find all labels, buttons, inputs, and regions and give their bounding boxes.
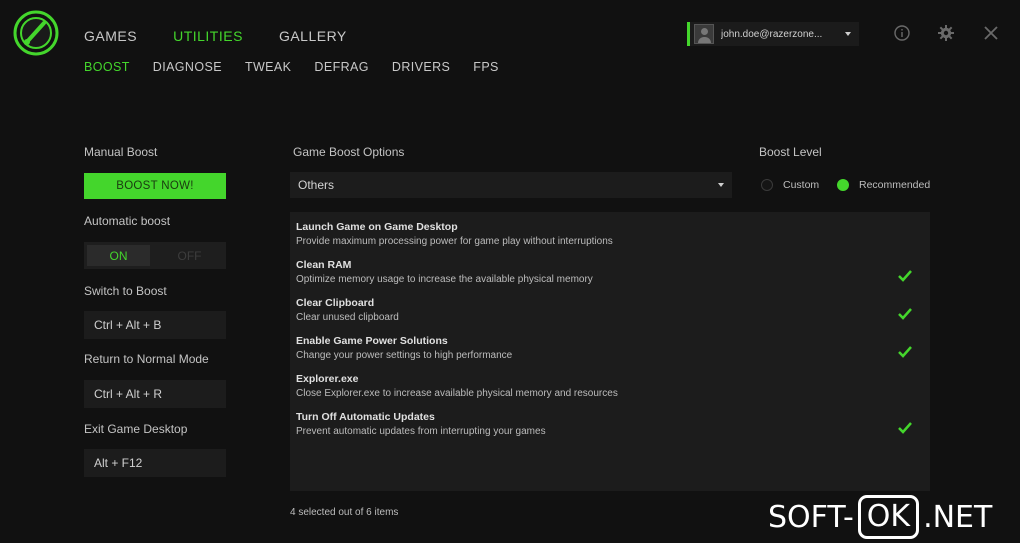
boost-level-title: Boost Level [759, 145, 822, 159]
game-boost-options-title: Game Boost Options [293, 145, 405, 159]
top-nav: GAMES UTILITIES GALLERY [84, 28, 383, 44]
switch-to-boost-hotkey-field[interactable]: Ctrl + Alt + B [84, 311, 226, 339]
radio-custom[interactable]: Custom [761, 179, 819, 191]
switch-to-boost-label: Switch to Boost [84, 284, 167, 298]
option-title: Turn Off Automatic Updates [296, 411, 435, 423]
option-clear-clipboard[interactable]: Clear Clipboard Clear unused clipboard [296, 297, 930, 329]
automatic-boost-toggle[interactable]: ON OFF [84, 242, 226, 269]
radio-recommended-dot [837, 179, 849, 191]
selected-option: Others [298, 178, 335, 192]
option-clean-ram[interactable]: Clean RAM Optimize memory usage to incre… [296, 259, 930, 291]
option-desc: Close Explorer.exe to increase available… [296, 388, 618, 399]
option-desc: Clear unused clipboard [296, 312, 399, 323]
option-desc: Prevent automatic updates from interrupt… [296, 426, 546, 437]
gear-icon[interactable] [937, 24, 955, 42]
toggle-off[interactable]: OFF [153, 242, 226, 269]
option-automatic-updates[interactable]: Turn Off Automatic Updates Prevent autom… [296, 411, 930, 443]
option-title: Clear Clipboard [296, 297, 375, 309]
selection-count: 4 selected out of 6 items [290, 507, 399, 518]
subtab-tweak[interactable]: TWEAK [245, 60, 291, 74]
chevron-down-icon [718, 183, 724, 187]
radio-recommended-label: Recommended [859, 179, 931, 191]
avatar [694, 24, 714, 44]
watermark: SOFT- OK .NET [768, 495, 992, 539]
tab-games[interactable]: GAMES [84, 28, 137, 44]
checkmark-icon [898, 270, 912, 282]
checkmark-icon [898, 422, 912, 434]
radio-recommended[interactable]: Recommended [837, 179, 930, 191]
account-accent-bar [687, 22, 690, 46]
account-email: john.doe@razerzone... [721, 28, 823, 40]
radio-custom-label: Custom [783, 179, 820, 191]
exit-game-desktop-label: Exit Game Desktop [84, 422, 188, 436]
boost-now-button[interactable]: BOOST NOW! [84, 173, 226, 199]
subtab-boost[interactable]: BOOST [84, 60, 130, 74]
subtab-drivers[interactable]: DRIVERS [392, 60, 450, 74]
sub-nav: BOOST DIAGNOSE TWEAK DEFRAG DRIVERS FPS [84, 60, 522, 74]
option-title: Clean RAM [296, 259, 352, 271]
watermark-right: .NET [923, 499, 993, 535]
option-game-power-solutions[interactable]: Enable Game Power Solutions Change your … [296, 335, 930, 367]
option-explorer-exe[interactable]: Explorer.exe Close Explorer.exe to incre… [296, 373, 930, 405]
watermark-ok: OK [857, 495, 920, 539]
exit-game-desktop-hotkey-field[interactable]: Alt + F12 [84, 449, 226, 477]
subtab-diagnose[interactable]: DIAGNOSE [153, 60, 222, 74]
option-launch-game-desktop[interactable]: Launch Game on Game Desktop Provide maxi… [296, 221, 930, 253]
toggle-on[interactable]: ON [87, 245, 150, 266]
tab-gallery[interactable]: GALLERY [279, 28, 347, 44]
close-icon[interactable] [982, 24, 1000, 42]
info-icon[interactable] [893, 24, 911, 42]
option-desc: Change your power settings to high perfo… [296, 350, 513, 361]
checkmark-icon [898, 308, 912, 320]
game-boost-options-select[interactable]: Others [290, 172, 732, 198]
automatic-boost-label: Automatic boost [84, 214, 171, 228]
option-title: Launch Game on Game Desktop [296, 221, 458, 233]
option-title: Enable Game Power Solutions [296, 335, 448, 347]
return-normal-mode-hotkey-field[interactable]: Ctrl + Alt + R [84, 380, 226, 408]
tab-utilities[interactable]: UTILITIES [173, 28, 243, 44]
option-desc: Provide maximum processing power for gam… [296, 236, 613, 247]
option-title: Explorer.exe [296, 373, 359, 385]
subtab-fps[interactable]: FPS [473, 60, 499, 74]
boost-options-list: Launch Game on Game Desktop Provide maxi… [290, 212, 930, 491]
subtab-defrag[interactable]: DEFRAG [314, 60, 369, 74]
option-desc: Optimize memory usage to increase the av… [296, 274, 593, 285]
return-normal-mode-label: Return to Normal Mode [84, 352, 209, 366]
radio-custom-dot [761, 179, 773, 191]
watermark-left: SOFT- [768, 499, 854, 535]
manual-boost-label: Manual Boost [84, 145, 158, 159]
checkmark-icon [898, 346, 912, 358]
account-dropdown[interactable]: john.doe@razerzone... [687, 22, 859, 46]
razer-cortex-logo [13, 10, 59, 56]
chevron-down-icon [845, 32, 851, 36]
